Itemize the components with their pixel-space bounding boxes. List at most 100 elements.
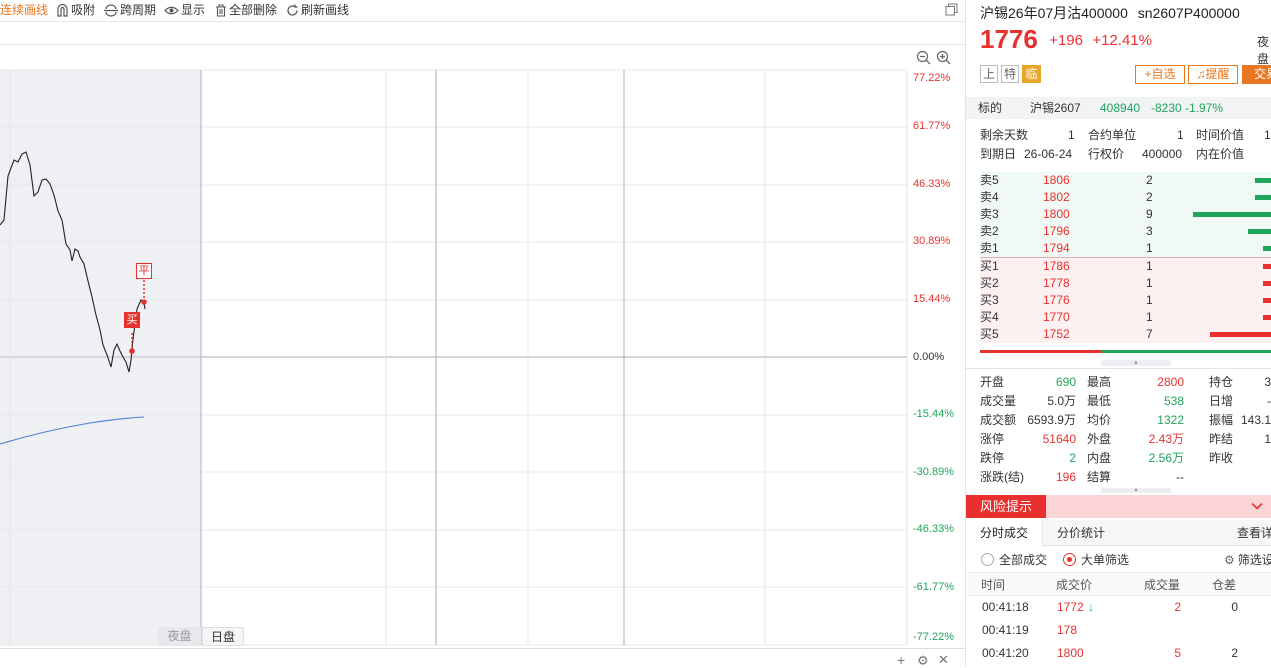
intraday-chart[interactable]: 平 买 77.22% 61.77% 46.33% 30.89% 15.44% 0.00% -…	[0, 45, 965, 667]
contract-unit-value: 1	[1177, 128, 1184, 142]
underlying-change-pct: -1.97%	[1185, 101, 1224, 115]
show-button[interactable]: 显示	[164, 2, 205, 18]
pct-label: -61.77%	[913, 581, 954, 593]
underlying-row[interactable]: 标的 沪锡2607 408940 -8230 -1.97%	[966, 97, 1271, 119]
plus-icon: +	[1144, 67, 1152, 81]
alert-button[interactable]: ♫提醒	[1188, 65, 1238, 84]
buy-marker[interactable]: 买	[124, 312, 140, 328]
ask-row[interactable]: 卖5 1806 2	[980, 172, 1271, 189]
trade-direction-icon: ↓	[1088, 600, 1094, 614]
trade-row[interactable]: 00:41:19 178	[966, 619, 1271, 641]
stat-daily-inc: -	[1267, 394, 1271, 408]
alert-label: 提醒	[1205, 67, 1230, 81]
stat-prev-close-label: 昨收	[1209, 451, 1234, 465]
zoom-out-icon[interactable]	[916, 50, 932, 69]
order-volume: 1	[1146, 310, 1153, 324]
filter-big-label: 大单筛选	[1081, 553, 1130, 567]
magnet-icon	[57, 3, 68, 17]
bid-row[interactable]: 买3 1776 1	[980, 292, 1271, 309]
tab-price-stats[interactable]: 分价统计	[1057, 520, 1105, 546]
trade-row[interactable]: 00:41:18 1772 ↓ 2 0	[966, 596, 1271, 618]
order-price: 1802	[1043, 190, 1070, 204]
order-volume: 3	[1146, 224, 1153, 238]
order-volume: 1	[1146, 276, 1153, 290]
snap-button[interactable]: 吸附	[56, 2, 95, 18]
add-watch-label: 自选	[1151, 67, 1176, 81]
stat-outer-label: 外盘	[1087, 432, 1112, 446]
stat-volume-label: 成交量	[980, 394, 1017, 408]
stat-settle: --	[1176, 470, 1184, 484]
chart-canvas	[0, 69, 908, 646]
cross-period-button[interactable]: 跨周期	[104, 2, 156, 18]
stat-prev-settle-label: 昨结	[1209, 432, 1234, 446]
order-volume: 9	[1146, 207, 1153, 221]
order-volume: 1	[1146, 259, 1153, 273]
settings-icon[interactable]: ⚙	[917, 654, 929, 667]
filter-big-radio[interactable]: 大单筛选	[1063, 551, 1129, 569]
expiry-value: 26-06-24	[1024, 147, 1073, 161]
collapse-handle-icon[interactable]: ▲	[1101, 360, 1171, 366]
stat-inner: 2.56万	[1148, 451, 1184, 465]
bid-row[interactable]: 买4 1770 1	[980, 309, 1271, 326]
pct-label: 30.89%	[913, 235, 951, 247]
order-level-label: 买4	[980, 310, 999, 324]
close-indicator-icon[interactable]: ✕	[938, 653, 949, 666]
day-session-tab[interactable]: 日盘	[202, 627, 244, 646]
trade-time: 00:41:20	[982, 646, 1029, 660]
stat-low: 538	[1163, 394, 1184, 408]
header-oi-change: 仓差	[1212, 578, 1237, 592]
order-price: 1776	[1043, 293, 1070, 307]
risk-warning-bar[interactable]: 风险提示	[966, 495, 1271, 518]
pct-label: 77.22%	[913, 72, 951, 84]
bid-row[interactable]: 买5 1752 7	[980, 326, 1271, 343]
refresh-draw-button[interactable]: 刷新画线	[286, 2, 349, 18]
filter-all-radio[interactable]: 全部成交	[981, 551, 1047, 569]
pct-label: -46.33%	[913, 523, 954, 535]
stat-open: 690	[1055, 375, 1076, 389]
bid-row[interactable]: 买2 1778 1	[980, 275, 1271, 292]
trade-price: 1772	[1057, 600, 1084, 614]
stat-settle-label: 结算	[1087, 470, 1112, 484]
gear-icon: ⚙	[1224, 553, 1235, 567]
order-level-label: 卖1	[980, 241, 999, 255]
trade-row[interactable]: 00:41:20 1800 5 2	[966, 642, 1271, 664]
view-detail-link[interactable]: 查看详	[1237, 520, 1271, 546]
underlying-name: 沪锡2607	[1030, 101, 1081, 115]
collapse-handle-icon-2[interactable]: ▲	[1101, 487, 1171, 493]
add-watch-button[interactable]: +自选	[1135, 65, 1185, 84]
tab-tick-trades[interactable]: 分时成交	[966, 520, 1043, 546]
strike-label: 行权价	[1088, 147, 1125, 161]
chevron-down-icon[interactable]	[1250, 499, 1264, 516]
filter-settings-button[interactable]: ⚙ 筛选设	[1224, 551, 1271, 569]
pct-label: 0.00%	[913, 351, 945, 363]
order-price: 1778	[1043, 276, 1070, 290]
trade-button[interactable]: 交易	[1242, 65, 1271, 84]
order-volume: 1	[1146, 241, 1153, 255]
header-volume: 成交量	[1144, 578, 1181, 592]
delete-all-button[interactable]: 全部删除	[215, 2, 277, 18]
flat-marker[interactable]: 平	[136, 263, 152, 279]
ask-row[interactable]: 卖1 1794 1	[980, 240, 1271, 257]
trade-time: 00:41:19	[982, 623, 1029, 637]
add-indicator-icon[interactable]: +	[897, 653, 905, 667]
zoom-in-icon[interactable]	[936, 50, 952, 69]
ask-row[interactable]: 卖4 1802 2	[980, 189, 1271, 206]
radio-selected-icon	[1063, 553, 1076, 566]
stat-low-label: 最低	[1087, 394, 1112, 408]
flat-point	[141, 299, 147, 305]
order-volume-bar	[1248, 229, 1271, 234]
strike-value: 400000	[1142, 147, 1183, 161]
order-price: 1800	[1043, 207, 1070, 221]
intrinsic-label: 内在价值	[1196, 147, 1245, 161]
ask-row[interactable]: 卖2 1796 3	[980, 223, 1271, 240]
order-volume: 2	[1146, 173, 1153, 187]
quote-price-row: 1776 +196 +12.41%	[980, 24, 1152, 55]
pct-label: 46.33%	[913, 178, 951, 190]
restore-window-icon[interactable]	[945, 3, 958, 19]
continuous-draw-button[interactable]: 连续画线	[0, 2, 48, 18]
header-time: 时间	[981, 578, 1006, 592]
night-session-tab[interactable]: 夜盘	[158, 627, 201, 646]
order-level-label: 卖2	[980, 224, 999, 238]
bid-row[interactable]: 买1 1786 1	[980, 258, 1271, 275]
ask-row[interactable]: 卖3 1800 9	[980, 206, 1271, 223]
